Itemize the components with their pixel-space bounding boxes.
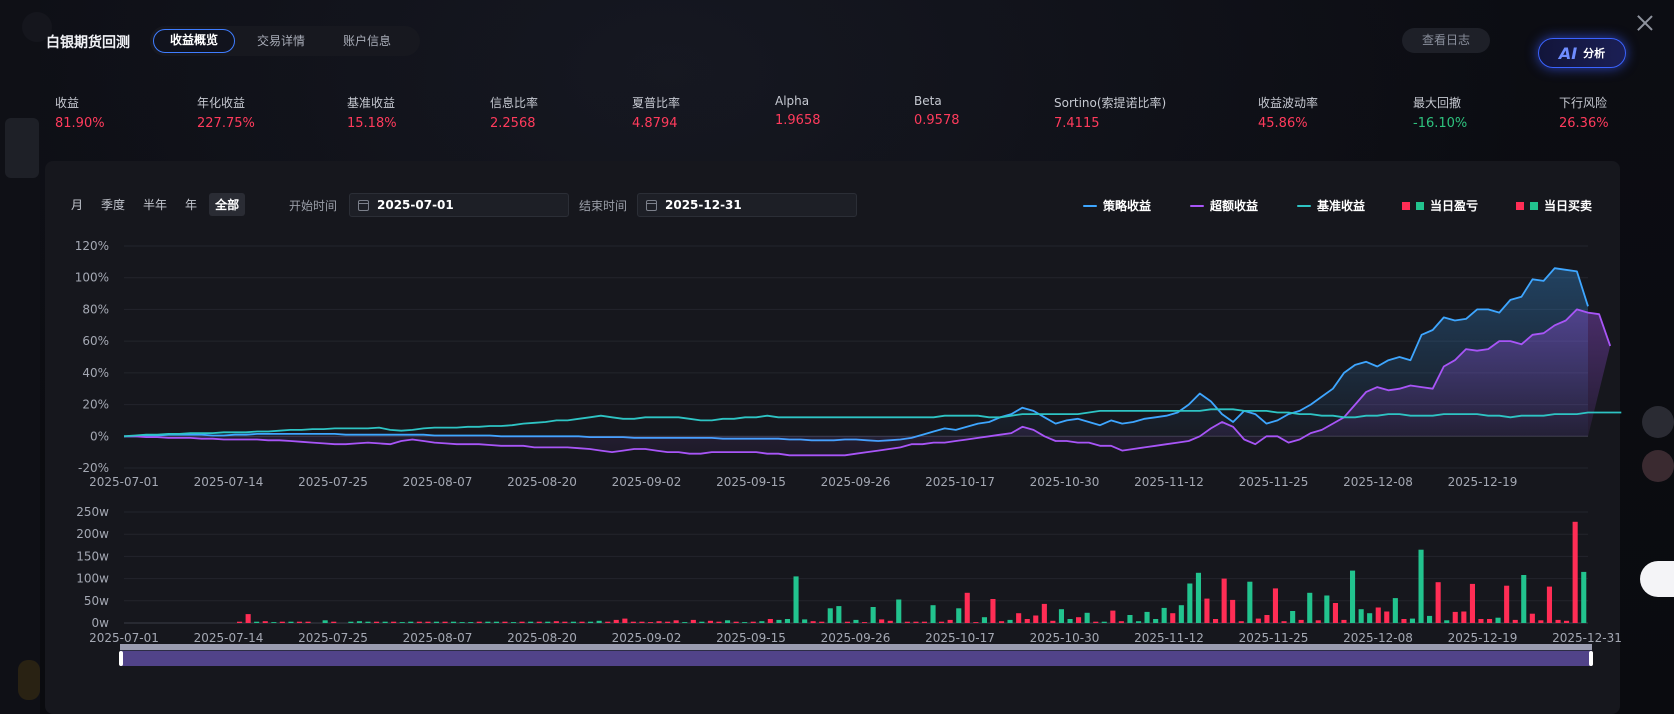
metric-label: Sortino(索提诺比率) [1054,96,1167,110]
legend-item-3[interactable]: 当日盈亏 [1402,197,1478,214]
metric-value: 45.86% [1258,116,1308,131]
legend-item-1[interactable]: 超额收益 [1190,197,1258,214]
metric-value: 227.75% [197,116,255,131]
metric-6: Beta 0.9578 [914,94,960,128]
start-date-label: 开始时间 [289,199,338,213]
metric-value: -16.10% [1413,116,1468,131]
end-date-value: 2025-12-31 [665,198,742,212]
page-title: 白银期货回测 [46,35,130,51]
metric-value: 0.9578 [914,113,960,128]
tab-bar: 收益概览 交易详情 账户信息 [150,26,420,56]
metric-label: Alpha [775,94,810,108]
translate-icon[interactable] [1642,450,1674,482]
end-date-input[interactable]: 2025-12-31 [637,193,857,217]
tab-2[interactable]: 账户信息 [327,29,407,53]
metric-label: 最大回撤 [1413,96,1462,110]
legend-item-4[interactable]: 当日买卖 [1516,197,1592,214]
metric-label: 收益波动率 [1258,96,1319,110]
legend-label: 基准收益 [1317,199,1366,213]
legend-square-marker [1516,201,1524,210]
metric-value: 15.18% [347,116,397,131]
background-avatar [18,660,40,700]
metric-label: 下行风险 [1559,96,1608,110]
period-option-3[interactable]: 年 [179,193,203,216]
legend-square-marker [1530,201,1538,210]
start-date-input[interactable]: 2025-07-01 [349,193,569,217]
metric-3: 信息比率 2.2568 [490,94,538,131]
metric-8: 收益波动率 45.86% [1258,94,1318,131]
ai-analysis-label: 分析 [1583,47,1606,60]
metric-label: 年化收益 [197,96,246,110]
chart-panel: 月季度 半年年全部 开始时间 2025-07-01 结束时间 2025-12-31… [45,161,1620,714]
legend-line-marker [1190,204,1204,207]
calendar-icon [646,199,657,211]
end-date-label: 结束时间 [579,199,628,213]
legend-line-marker [1083,204,1097,207]
metric-label: 信息比率 [490,96,539,110]
metric-label: 收益 [55,96,80,110]
metric-value: 2.2568 [490,116,536,131]
period-option-0[interactable]: 月 [65,193,89,216]
close-icon[interactable] [1636,14,1654,32]
period-option-1[interactable]: 季度 [95,193,131,216]
metric-10: 下行风险 26.36% [1559,94,1609,131]
metric-7: Sortino(索提诺比率) 7.4115 [1054,94,1166,131]
period-selector: 月季度 半年年全部 [65,193,246,216]
ai-logo-icon: AI [1558,43,1578,63]
legend-label: 当日盈亏 [1430,199,1479,213]
view-log-button[interactable]: 查看日志 [1402,28,1490,53]
modal-header: 白银期货回测 收益概览 交易详情 账户信息 查看日志 AI 分析 [0,0,1674,80]
metric-label: Beta [914,94,942,108]
calendar-icon [358,199,369,211]
start-date-value: 2025-07-01 [377,198,454,212]
legend-item-2[interactable]: 基准收益 [1297,197,1365,214]
legend-label: 当日买卖 [1544,199,1593,213]
legend-label: 策略收益 [1103,199,1152,213]
grid-tool-icon[interactable] [1642,406,1674,438]
brain-assistant-icon[interactable] [1640,561,1674,597]
metric-1: 年化收益 227.75% [197,94,255,131]
metrics-row: 收益 81.90% 年化收益 227.75% 基准收益 15.18% 信息比率 2.2568 夏… [0,88,1674,138]
metric-5: Alpha 1.9658 [775,94,821,128]
ai-analysis-button[interactable]: AI 分析 [1538,38,1626,68]
metric-0: 收益 81.90% [55,94,105,131]
legend-label: 超额收益 [1210,199,1259,213]
legend-line-marker [1297,204,1311,207]
metric-value: 1.9658 [775,113,821,128]
period-option-4[interactable]: 全部 [209,193,246,216]
metric-label: 基准收益 [347,96,396,110]
tab-0[interactable]: 收益概览 [153,29,236,53]
metric-value: 7.4115 [1054,116,1100,131]
metric-label: 夏普比率 [632,96,681,110]
legend-item-0[interactable]: 策略收益 [1083,197,1151,214]
period-option-2[interactable]: 半年 [137,193,173,216]
metric-value: 4.8794 [632,116,678,131]
metric-value: 26.36% [1559,116,1609,131]
tab-1[interactable]: 交易详情 [241,29,321,53]
legend-square-marker [1416,201,1424,210]
metric-value: 81.90% [55,116,105,131]
metric-4: 夏普比率 4.8794 [632,94,680,131]
metric-9: 最大回撤 -16.10% [1413,94,1467,131]
metric-2: 基准收益 15.18% [347,94,397,131]
legend-square-marker [1402,201,1410,210]
